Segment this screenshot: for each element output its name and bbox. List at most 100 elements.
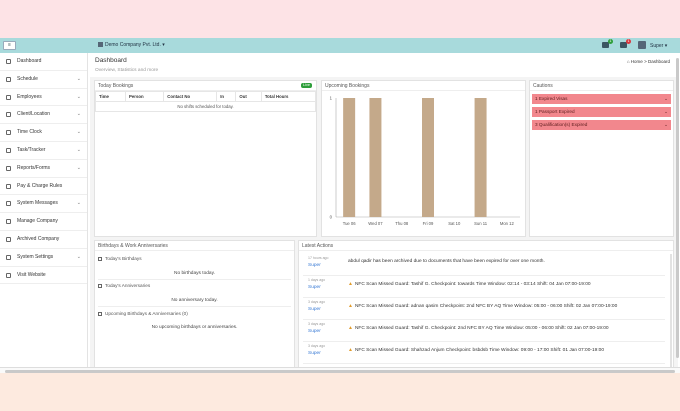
- sidebar-item-client-location[interactable]: Client/Location ⌄: [0, 106, 87, 125]
- menu-toggle-button[interactable]: ≡: [3, 41, 16, 50]
- map-pin-icon: [6, 147, 11, 153]
- caution-label: 1 Expired Visas: [535, 96, 568, 101]
- divider: [98, 306, 291, 307]
- chart-bar: [343, 98, 356, 217]
- cautions-title: Cautions: [530, 81, 673, 91]
- sidebar-item-task-tracker[interactable]: Task/Tracker ⌄: [0, 142, 87, 160]
- users-icon: [6, 94, 11, 100]
- birthdays-panel: Birthdays & Work Anniversaries Today's B…: [94, 240, 295, 373]
- warning-icon: ▲: [348, 281, 353, 287]
- warning-icon: ▲: [348, 347, 353, 353]
- chevron-down-icon: ⌄: [76, 129, 81, 136]
- action-user-link[interactable]: Super: [308, 351, 321, 356]
- x-tick-label: Wed 07: [368, 221, 383, 226]
- actions-scrollbar[interactable]: [670, 254, 672, 372]
- notification-badge: 1: [608, 39, 613, 44]
- chevron-down-icon: ⌄: [664, 122, 668, 127]
- today-birthdays-label: Today's Birthdays: [105, 256, 142, 261]
- breadcrumb-home[interactable]: Home: [631, 59, 643, 64]
- sidebar-item-dashboard[interactable]: Dashboard: [0, 53, 87, 71]
- no-anniversary-text: No anniversary today.: [171, 298, 218, 303]
- user-menu[interactable]: Super ▾: [638, 41, 667, 51]
- y-tick-label: 0: [330, 215, 333, 220]
- sidebar-item-reports-forms[interactable]: Reports/Forms ⌄: [0, 160, 87, 178]
- calendar-icon: [6, 76, 11, 82]
- action-text: NFC Scan Missed Guard: Tashif G. Checkpo…: [354, 326, 609, 331]
- cautions-panel: Cautions 1 Expired Visas ⌄ 1 Passport Expi…: [529, 80, 674, 237]
- sidebar-item-pay-charge-rules[interactable]: Pay & Charge Rules: [0, 178, 87, 196]
- chart-bar: [422, 98, 434, 217]
- page-subtitle: Overview, Statistics and more: [95, 68, 159, 73]
- x-tick-label: Mon 12: [500, 221, 515, 226]
- action-text-row: ▲ NFC Scan Missed Guard: Tashif G. Checkp…: [348, 281, 591, 287]
- action-time: 3 days ago: [308, 300, 326, 304]
- sidebar-item-schedule[interactable]: Schedule ⌄: [0, 71, 87, 89]
- caution-item[interactable]: 1 Expired Visas ⌄: [532, 94, 671, 104]
- upcoming-bookings-chart: 0 1 Tue 06 Wed 07 Thu 08 Fri 09 Sat 10 Sun 11 Mo…: [330, 96, 520, 226]
- vertical-scrollbar[interactable]: [676, 58, 679, 358]
- action-item: 17 hours ago Super abdul qadir has been ar…: [303, 254, 665, 276]
- sidebar-item-label: Task/Tracker: [17, 146, 46, 153]
- notifications-button[interactable]: 1: [601, 39, 613, 50]
- sidebar-item-employees[interactable]: Employees ⌄: [0, 89, 87, 107]
- chevron-down-icon: ⌄: [76, 93, 81, 100]
- action-text-row: ▲ NFC Scan Missed Guard: Shahzad Anjum Ch…: [348, 347, 604, 353]
- panel-title: Today Bookings Live: [95, 81, 316, 91]
- gift-icon: [98, 256, 102, 261]
- company-selector[interactable]: Demo Company Pvt. Ltd. ▾: [98, 42, 165, 49]
- chevron-down-icon: ⌄: [76, 253, 81, 260]
- building-icon: [98, 42, 103, 47]
- column-header: Out: [235, 91, 262, 102]
- messages-button[interactable]: 1: [619, 39, 631, 50]
- action-user-link[interactable]: Super: [308, 329, 321, 334]
- action-item: 1 days ago Super ▲ NFC Scan Missed Guard: T…: [303, 276, 665, 298]
- action-item: 3 days ago Super ▲ NFC Scan Missed Guard: T…: [303, 320, 665, 342]
- sidebar-item-label: Dashboard: [17, 58, 42, 64]
- chart-bar: [474, 98, 487, 217]
- action-user-link[interactable]: Super: [308, 285, 321, 290]
- action-text-row: abdul qadir has been archived due to doc…: [348, 259, 545, 264]
- sidebar-item-label: Time Clock: [17, 129, 42, 136]
- chevron-down-icon: ⌄: [664, 96, 668, 101]
- breadcrumb-separator: >: [644, 59, 647, 64]
- x-tick-label: Sun 11: [474, 221, 488, 226]
- x-tick-label: Thu 08: [395, 221, 409, 226]
- horizontal-scrollbar[interactable]: [0, 367, 680, 373]
- sidebar-item-system-settings[interactable]: System Settings ⌄: [0, 249, 87, 267]
- sidebar-item-label: Visit Website: [17, 271, 46, 278]
- caution-label: 1 Passport Expired: [535, 109, 575, 114]
- sidebar-item-label: System Settings: [17, 253, 54, 260]
- sidebar-item-label: Pay & Charge Rules: [17, 182, 63, 189]
- action-time: 17 hours ago: [308, 256, 329, 260]
- action-user-link[interactable]: Super: [308, 307, 321, 312]
- sidebar-item-manage-company[interactable]: Manage Company: [0, 213, 87, 231]
- x-tick-label: Tue 06: [343, 221, 357, 226]
- breadcrumb-current: Dashboard: [647, 59, 670, 64]
- action-time: 3 days ago: [308, 344, 326, 348]
- scrollbar-thumb[interactable]: [5, 369, 675, 373]
- top-navbar: ≡ Demo Company Pvt. Ltd. ▾ 1 1 Super ▾: [0, 38, 680, 53]
- bookings-table: Time Person Contact No In Out Total Hours No …: [94, 91, 317, 112]
- column-header: Time: [94, 91, 127, 102]
- archive-icon: [6, 236, 11, 242]
- gear-icon: [6, 254, 11, 260]
- today-anniversaries-heading: Today's Anniversaries: [98, 283, 150, 288]
- sidebar-item-time-clock[interactable]: Time Clock ⌄: [0, 124, 87, 142]
- building-icon: [6, 219, 11, 225]
- sidebar-item-label: Schedule: [17, 75, 38, 82]
- sidebar-item-archived-company[interactable]: Archived Company: [0, 231, 87, 249]
- no-upcoming-text: No upcoming birthdays or anniversaries.: [151, 325, 238, 330]
- home-icon: [6, 59, 11, 64]
- action-text-row: ▲ NFC Scan Missed Guard: Tashif G. Checkp…: [348, 325, 609, 331]
- caution-item[interactable]: 1 Passport Expired ⌄: [532, 107, 671, 117]
- action-text: abdul qadir has been archived due to doc…: [348, 259, 545, 264]
- sidebar-item-system-messages[interactable]: System Messages ⌄: [0, 195, 87, 214]
- dollar-icon: [6, 183, 11, 189]
- caution-item[interactable]: 3 Qualification(s) Expired ⌄: [532, 120, 671, 130]
- chevron-down-icon: ⌄: [76, 75, 81, 82]
- divider: [98, 279, 291, 280]
- action-user-link[interactable]: Super: [308, 263, 321, 268]
- upcoming-title: Upcoming Bookings: [322, 81, 525, 91]
- company-name: Demo Company Pvt. Ltd.: [105, 42, 161, 48]
- sidebar-item-visit-website[interactable]: Visit Website: [0, 267, 87, 285]
